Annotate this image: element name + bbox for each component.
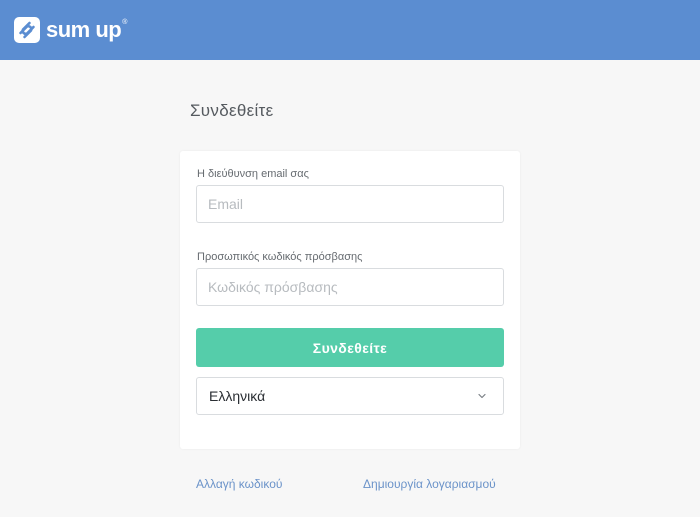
email-input[interactable] [196,185,504,223]
login-card: Η διεύθυνση email σας Προσωπικός κωδικός… [180,151,520,449]
page-title: Συνδεθείτε [190,101,274,120]
login-button[interactable]: Συνδεθείτε [196,328,504,367]
create-account-link[interactable]: Δημιουργία λογαριασμού [363,477,496,491]
sumup-logo-icon [14,17,40,43]
change-password-link[interactable]: Αλλαγή κωδικού [196,477,282,491]
chevron-down-icon [478,393,486,399]
email-label: Η διεύθυνση email σας [197,168,309,180]
language-selected-value: Ελληνικά [209,388,266,404]
password-label: Προσωπικός κωδικός πρόσβασης [197,251,363,263]
logo-wordmark: sum up [46,17,122,42]
logo-registered-mark: ® [122,19,128,26]
language-select[interactable]: Ελληνικά [196,377,504,415]
sumup-logo[interactable]: sum up ® [14,17,127,43]
top-bar: sum up ® [0,0,700,60]
password-input[interactable] [196,268,504,306]
